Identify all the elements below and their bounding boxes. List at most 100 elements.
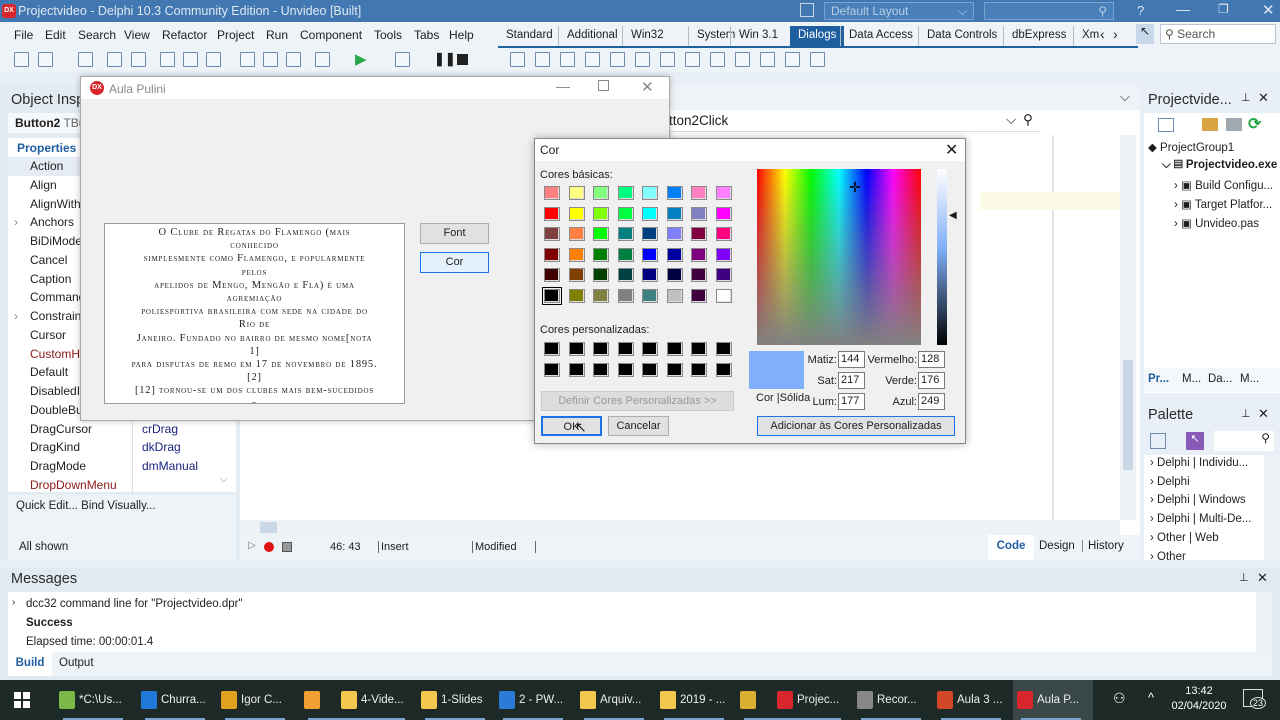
play-macro-icon[interactable]: ▷ bbox=[248, 540, 256, 551]
property-name[interactable]: DisabledIn bbox=[30, 384, 87, 402]
property-name[interactable]: CustomHi bbox=[30, 347, 83, 365]
basic-color-swatch[interactable] bbox=[691, 206, 707, 221]
taskbar-item[interactable]: Aula 3 ... bbox=[933, 680, 1006, 720]
blue-input[interactable]: 249 bbox=[918, 393, 945, 410]
basic-color-swatch[interactable] bbox=[715, 268, 732, 283]
palette-search-input[interactable]: ⚲ bbox=[1214, 431, 1274, 451]
basic-color-swatch[interactable] bbox=[642, 268, 658, 283]
basic-color-swatch[interactable] bbox=[617, 247, 634, 262]
lum-input[interactable]: 177 bbox=[838, 393, 865, 410]
chevron-down-icon[interactable]: ⌵ bbox=[1120, 89, 1130, 105]
cancel-button[interactable]: Cancelar bbox=[608, 416, 669, 436]
taskbar-item[interactable]: Churra... bbox=[137, 680, 210, 720]
menu-file[interactable]: File bbox=[14, 28, 33, 42]
messages-scrollbar[interactable] bbox=[1256, 592, 1272, 652]
toolbar-button-icon[interactable] bbox=[785, 52, 800, 67]
close-button[interactable]: ✕ bbox=[1262, 1, 1275, 19]
luminance-slider-icon[interactable]: ◀ bbox=[949, 210, 957, 221]
basic-color-swatch[interactable] bbox=[617, 289, 634, 303]
close-icon[interactable]: ✕ bbox=[1257, 570, 1268, 586]
palette-category[interactable]: › Delphi | Multi-De... bbox=[1150, 513, 1251, 525]
property-name[interactable]: Cursor bbox=[30, 328, 66, 346]
tab-design[interactable]: Design bbox=[1039, 540, 1075, 552]
palette-category[interactable]: › Other bbox=[1150, 551, 1186, 561]
toolbar-button-icon[interactable] bbox=[610, 52, 625, 67]
people-icon[interactable]: ⚇ bbox=[1113, 690, 1126, 707]
toolbar-button-icon[interactable] bbox=[286, 52, 301, 67]
property-name[interactable]: Default bbox=[30, 365, 68, 383]
crosshair-icon[interactable]: ✛ bbox=[849, 179, 861, 196]
close-icon[interactable]: ✕ bbox=[1258, 90, 1269, 106]
custom-color-swatch[interactable] bbox=[666, 362, 683, 377]
toolbar-button-icon[interactable] bbox=[760, 52, 775, 67]
basic-color-swatch[interactable] bbox=[666, 227, 683, 242]
taskbar-item[interactable]: Aula P... bbox=[1013, 680, 1093, 720]
luminance-bar[interactable] bbox=[937, 169, 947, 345]
project-tab[interactable]: Da... bbox=[1208, 373, 1232, 385]
toolbar-button-icon[interactable] bbox=[660, 52, 675, 67]
toolbar-button-icon[interactable] bbox=[78, 52, 93, 67]
basic-color-swatch[interactable] bbox=[715, 186, 732, 200]
menu-refactor[interactable]: Refactor bbox=[162, 28, 207, 42]
toolbar-button-icon[interactable] bbox=[635, 52, 650, 67]
new-item-icon[interactable] bbox=[1158, 118, 1174, 132]
font-button[interactable]: Font bbox=[420, 223, 489, 244]
custom-color-swatch[interactable] bbox=[642, 362, 658, 377]
basic-color-swatch[interactable] bbox=[715, 289, 732, 303]
stop-macro-icon[interactable] bbox=[282, 542, 292, 552]
basic-color-swatch[interactable] bbox=[568, 289, 585, 303]
basic-color-swatch[interactable] bbox=[593, 186, 609, 200]
menu-help[interactable]: Help bbox=[449, 28, 474, 42]
toolbar-button-icon[interactable] bbox=[160, 52, 175, 67]
component-tab-dialogs[interactable]: Dialogs bbox=[790, 26, 845, 46]
taskbar-item[interactable]: 2019 - ... bbox=[656, 680, 729, 720]
palette-view-icon[interactable] bbox=[1150, 433, 1166, 449]
basic-color-swatch[interactable] bbox=[715, 247, 732, 262]
palette-pointer-icon[interactable]: ↖ bbox=[1186, 432, 1204, 450]
component-tab-data-access[interactable]: Data Access bbox=[840, 26, 921, 46]
component-tab-win32[interactable]: Win32 bbox=[622, 26, 672, 46]
chevron-up-icon[interactable]: ^ bbox=[1148, 690, 1154, 705]
project-tab[interactable]: Pr... bbox=[1148, 373, 1169, 385]
toolbar-button-icon[interactable] bbox=[14, 52, 29, 67]
property-name[interactable]: AlignWith bbox=[30, 197, 81, 215]
basic-color-swatch[interactable] bbox=[691, 289, 707, 303]
taskbar-item[interactable]: *C:\Us... bbox=[55, 680, 126, 720]
taskbar-item[interactable]: 1-Slides bbox=[417, 680, 487, 720]
toolbar-button-icon[interactable] bbox=[535, 52, 550, 67]
toolbar-button-icon[interactable] bbox=[735, 52, 750, 67]
basic-color-swatch[interactable] bbox=[544, 268, 560, 283]
refresh-icon[interactable]: ⟳ bbox=[1248, 114, 1261, 134]
component-tab-data-controls[interactable]: Data Controls bbox=[918, 26, 1005, 46]
pin-icon[interactable]: ⊥ bbox=[1239, 571, 1249, 584]
basic-color-swatch[interactable] bbox=[691, 227, 707, 242]
basic-color-swatch[interactable] bbox=[666, 186, 683, 200]
menu-run[interactable]: Run bbox=[266, 28, 288, 42]
property-name[interactable]: BiDiMode bbox=[30, 234, 82, 252]
basic-color-swatch[interactable] bbox=[642, 186, 658, 200]
property-name[interactable]: DragCursor bbox=[30, 422, 92, 440]
add-custom-color-button[interactable]: Adicionar às Cores Personalizadas bbox=[757, 416, 955, 436]
taskbar-item[interactable] bbox=[300, 680, 328, 720]
taskbar-item[interactable]: Projec... bbox=[773, 680, 843, 720]
sat-input[interactable]: 217 bbox=[838, 372, 865, 389]
property-value[interactable]: dkDrag bbox=[142, 440, 181, 454]
close-button[interactable]: ✕ bbox=[641, 78, 654, 96]
toolbar-button-icon[interactable] bbox=[560, 52, 575, 67]
pin-icon[interactable]: ⊥ bbox=[1241, 91, 1251, 104]
basic-color-swatch[interactable] bbox=[568, 247, 585, 262]
property-name[interactable]: Constraint bbox=[30, 309, 85, 327]
property-name[interactable]: Command bbox=[30, 290, 85, 308]
minimize-button[interactable]: — bbox=[556, 78, 570, 94]
property-name[interactable]: DoubleBut bbox=[30, 403, 86, 421]
toolbar-button-icon[interactable] bbox=[131, 52, 146, 67]
basic-color-swatch[interactable] bbox=[666, 268, 683, 283]
basic-color-swatch[interactable] bbox=[642, 206, 658, 221]
custom-color-swatch[interactable] bbox=[568, 342, 585, 356]
basic-color-swatch[interactable] bbox=[666, 289, 683, 303]
property-value[interactable]: crDrag bbox=[142, 422, 178, 436]
custom-color-swatch[interactable] bbox=[617, 342, 634, 356]
basic-color-swatch[interactable] bbox=[666, 247, 683, 262]
toolbar-button-icon[interactable] bbox=[810, 52, 825, 67]
menu-search[interactable]: Search bbox=[78, 28, 116, 42]
